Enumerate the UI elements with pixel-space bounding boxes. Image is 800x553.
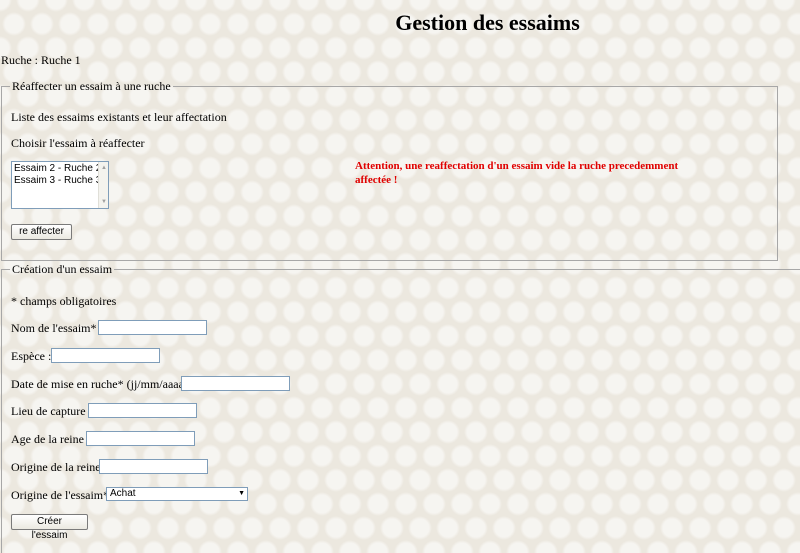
reassign-warning: Attention, une reaffectation d'un essaim… [355, 160, 679, 186]
listbox-option[interactable]: Essaim 2 - Ruche 2 [14, 163, 108, 175]
origine-reine-input[interactable] [99, 459, 208, 474]
create-legend: Création d'un essaim [12, 262, 113, 276]
age-input[interactable] [86, 431, 195, 446]
reassign-legend: Réaffecter un essaim à une ruche [12, 79, 171, 93]
origine-reine-label: Origine de la reine : [11, 460, 107, 474]
lieu-label: Lieu de capture : [11, 404, 92, 418]
lieu-input[interactable] [88, 403, 197, 418]
ruche-label: Ruche : Ruche 1 [1, 53, 81, 67]
essaim-listbox[interactable]: Essaim 2 - Ruche 2 Essaim 3 - Ruche 3 ▲ … [11, 161, 109, 209]
nom-input[interactable] [98, 320, 207, 335]
creer-essaim-button[interactable]: Créer l'essaim [11, 514, 88, 541]
scroll-up-icon[interactable]: ▲ [101, 162, 107, 174]
origine-essaim-select[interactable]: Achat ▼ [106, 487, 248, 501]
espece-label: Espèce : [11, 349, 52, 363]
scroll-down-icon[interactable]: ▼ [101, 196, 107, 208]
reaffecter-button[interactable]: re affecter [11, 224, 72, 240]
origine-essaim-value: Achat [110, 488, 136, 499]
date-label: Date de mise en ruche* (jj/mm/aaaa) : [11, 377, 195, 391]
chevron-down-icon[interactable]: ▼ [238, 488, 245, 500]
listbox-option[interactable]: Essaim 3 - Ruche 3 [14, 175, 108, 187]
espece-input[interactable] [51, 348, 160, 363]
origine-essaim-label: Origine de l'essaim* : [11, 488, 116, 502]
nom-label: Nom de l'essaim* : [11, 321, 103, 335]
list-caption: Liste des essaims existants et leur affe… [11, 110, 227, 124]
page-title: Gestion des essaims [395, 10, 580, 35]
date-input[interactable] [181, 376, 290, 391]
age-label: Age de la reine : [11, 432, 91, 446]
listbox-scrollbar[interactable]: ▲ ▼ [98, 162, 108, 208]
required-note: * champs obligatoires [11, 294, 117, 308]
choose-label: Choisir l'essaim à réaffecter [11, 136, 145, 150]
